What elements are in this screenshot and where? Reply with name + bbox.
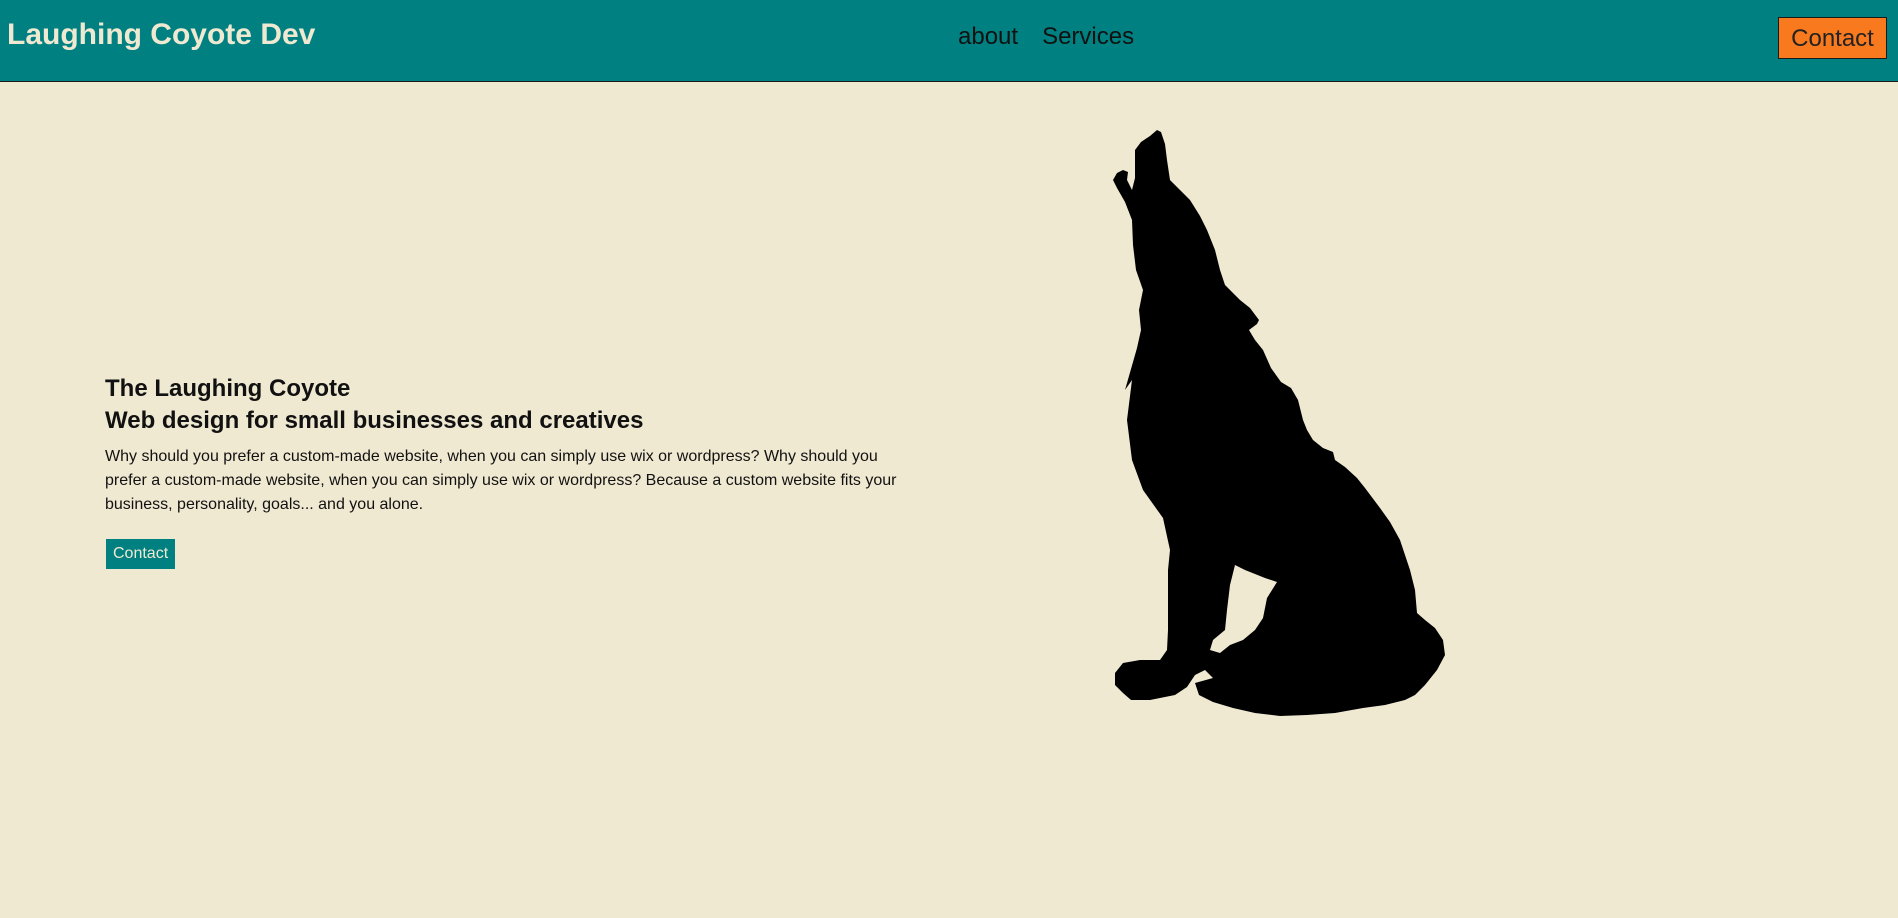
hero-description: Why should you prefer a custom-made webs… (105, 448, 897, 513)
hero-title-line-2: Web design for small businesses and crea… (105, 407, 644, 434)
hero-contact-button[interactable]: Contact (105, 538, 177, 570)
header-contact-button[interactable]: Contact (1778, 17, 1887, 59)
site-brand[interactable]: Laughing Coyote Dev (7, 16, 315, 54)
nav-link-services[interactable]: Services (1042, 20, 1134, 54)
hero-title: The Laughing Coyote Web design for small… (105, 373, 905, 437)
main-nav: about Services (958, 20, 1134, 54)
hero-section: The Laughing Coyote Web design for small… (105, 373, 905, 570)
site-header: Laughing Coyote Dev about Services Conta… (0, 0, 1898, 82)
hero-title-line-1: The Laughing Coyote (105, 375, 351, 402)
nav-link-about[interactable]: about (958, 20, 1018, 54)
howling-coyote-icon (1113, 130, 1445, 716)
